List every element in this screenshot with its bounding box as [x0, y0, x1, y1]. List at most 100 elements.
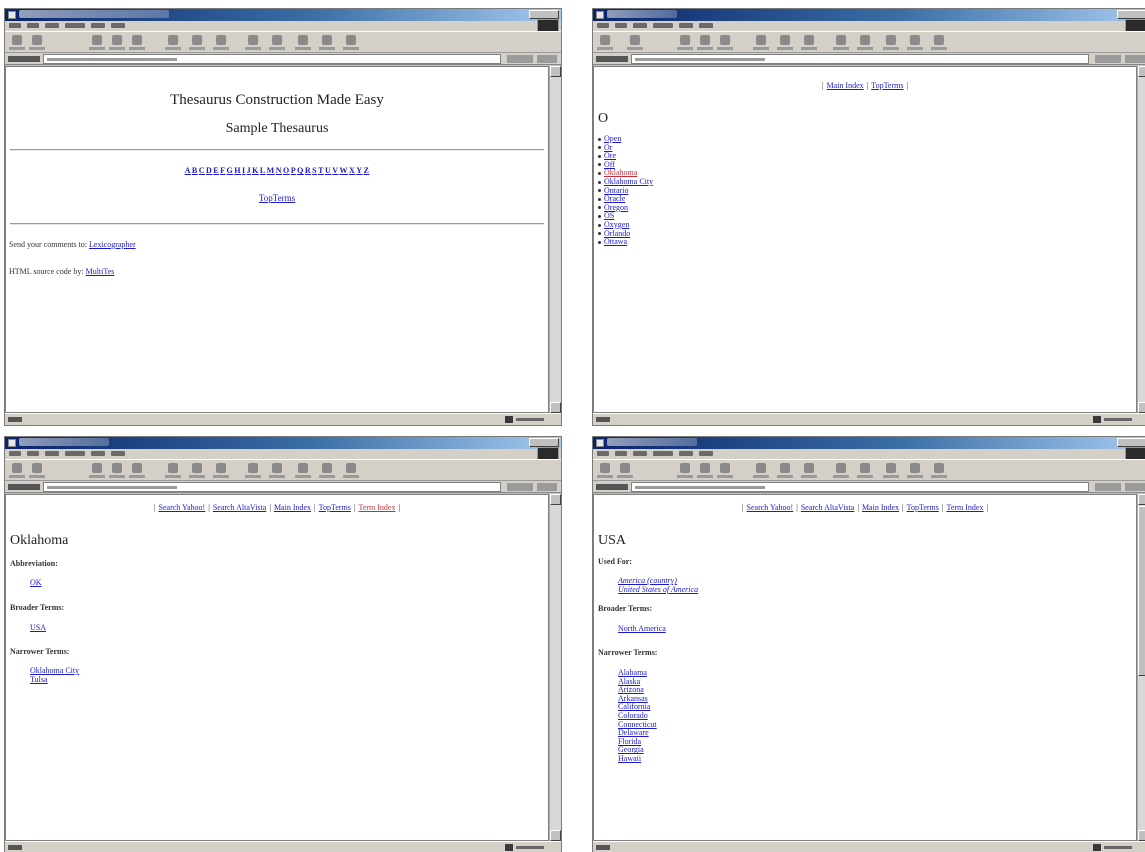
mail-icon[interactable]	[833, 462, 849, 478]
alphabet-letter-link[interactable]: E	[213, 166, 219, 175]
mail-icon[interactable]	[245, 34, 261, 50]
print-icon[interactable]	[857, 462, 873, 478]
stop-icon[interactable]	[677, 462, 693, 478]
menu-edit[interactable]	[615, 23, 627, 28]
go-button[interactable]	[507, 483, 533, 491]
used-for-term-link[interactable]: United States of America	[618, 585, 698, 594]
messenger-icon[interactable]	[343, 462, 359, 478]
search-icon[interactable]	[753, 462, 769, 478]
scroll-up-icon[interactable]	[550, 494, 561, 505]
home-icon[interactable]	[717, 34, 733, 50]
address-input[interactable]	[43, 482, 501, 492]
menu-favorites[interactable]	[65, 23, 85, 28]
menu-edit[interactable]	[615, 451, 627, 456]
alphabet-letter-link[interactable]: D	[206, 166, 212, 175]
search-yahoo-link[interactable]: Search Yahoo!	[747, 503, 794, 512]
mail-icon[interactable]	[245, 462, 261, 478]
discuss-icon[interactable]	[907, 462, 923, 478]
links-button[interactable]	[1125, 55, 1145, 63]
links-button[interactable]	[1125, 483, 1145, 491]
messenger-icon[interactable]	[343, 34, 359, 50]
refresh-icon[interactable]	[697, 462, 713, 478]
vertical-scrollbar[interactable]	[549, 494, 561, 841]
print-icon[interactable]	[269, 34, 285, 50]
scroll-down-icon[interactable]	[1138, 402, 1145, 413]
back-icon[interactable]	[9, 462, 25, 478]
main-index-link[interactable]: Main Index	[827, 81, 864, 90]
term-index-link[interactable]: Term Index	[358, 503, 395, 512]
menu-favorites[interactable]	[653, 451, 673, 456]
forward-icon[interactable]	[617, 462, 633, 478]
menu-file[interactable]	[597, 451, 609, 456]
history-icon[interactable]	[801, 34, 817, 50]
forward-icon[interactable]	[29, 462, 45, 478]
edit-icon[interactable]	[883, 34, 899, 50]
edit-icon[interactable]	[295, 462, 311, 478]
refresh-icon[interactable]	[109, 462, 125, 478]
scroll-down-icon[interactable]	[1138, 830, 1145, 841]
topterms-link[interactable]: TopTerms	[319, 503, 351, 512]
go-button[interactable]	[1095, 483, 1121, 491]
mail-icon[interactable]	[833, 34, 849, 50]
stop-icon[interactable]	[677, 34, 693, 50]
stop-icon[interactable]	[89, 34, 105, 50]
alphabet-letter-link[interactable]: Y	[356, 166, 362, 175]
favorites-icon[interactable]	[189, 34, 205, 50]
back-icon[interactable]	[597, 34, 613, 50]
main-index-link[interactable]: Main Index	[862, 503, 899, 512]
alphabet-letter-link[interactable]: T	[318, 166, 324, 175]
back-icon[interactable]	[597, 462, 613, 478]
vertical-scrollbar[interactable]	[1137, 66, 1145, 413]
search-altavista-link[interactable]: Search AltaVista	[801, 503, 855, 512]
window-controls[interactable]	[529, 438, 559, 447]
alphabet-letter-link[interactable]: A	[185, 166, 191, 175]
scroll-thumb[interactable]	[1138, 506, 1145, 676]
alphabet-letter-link[interactable]: V	[332, 166, 338, 175]
search-yahoo-link[interactable]: Search Yahoo!	[159, 503, 206, 512]
back-icon[interactable]	[9, 34, 25, 50]
search-icon[interactable]	[753, 34, 769, 50]
alphabet-letter-link[interactable]: J	[247, 166, 252, 175]
alphabet-letter-link[interactable]: L	[260, 166, 266, 175]
menu-view[interactable]	[633, 451, 647, 456]
lexicographer-link[interactable]: Lexicographer	[89, 240, 136, 249]
alphabet-letter-link[interactable]: C	[199, 166, 205, 175]
refresh-icon[interactable]	[697, 34, 713, 50]
menu-view[interactable]	[45, 451, 59, 456]
title-bar[interactable]	[5, 9, 561, 21]
edit-icon[interactable]	[295, 34, 311, 50]
history-icon[interactable]	[213, 34, 229, 50]
menu-file[interactable]	[9, 451, 21, 456]
history-icon[interactable]	[213, 462, 229, 478]
links-button[interactable]	[537, 483, 557, 491]
alphabet-letter-link[interactable]: O	[283, 166, 290, 175]
menu-favorites[interactable]	[653, 23, 673, 28]
home-icon[interactable]	[129, 462, 145, 478]
multites-link[interactable]: MultiTes	[86, 267, 115, 276]
narrower-term-link[interactable]: Hawaii	[618, 754, 641, 763]
scroll-up-icon[interactable]	[550, 66, 561, 77]
address-input[interactable]	[43, 54, 501, 64]
alphabet-letter-link[interactable]: F	[220, 166, 225, 175]
title-bar[interactable]	[593, 9, 1145, 21]
stop-icon[interactable]	[89, 462, 105, 478]
links-button[interactable]	[537, 55, 557, 63]
alphabet-letter-link[interactable]: Z	[364, 166, 370, 175]
print-icon[interactable]	[857, 34, 873, 50]
term-link[interactable]: Ottawa	[604, 237, 627, 246]
broader-term-link[interactable]: North America	[618, 624, 666, 633]
alphabet-letter-link[interactable]: U	[325, 166, 331, 175]
title-bar[interactable]	[5, 437, 561, 449]
menu-file[interactable]	[9, 23, 21, 28]
refresh-icon[interactable]	[109, 34, 125, 50]
alphabet-letter-link[interactable]: R	[305, 166, 311, 175]
menu-view[interactable]	[45, 23, 59, 28]
alphabet-letter-link[interactable]: S	[312, 166, 317, 175]
messenger-icon[interactable]	[931, 462, 947, 478]
alphabet-letter-link[interactable]: K	[252, 166, 259, 175]
edit-icon[interactable]	[883, 462, 899, 478]
vertical-scrollbar[interactable]	[549, 66, 561, 413]
menu-tools[interactable]	[91, 451, 105, 456]
search-icon[interactable]	[165, 462, 181, 478]
go-button[interactable]	[507, 55, 533, 63]
